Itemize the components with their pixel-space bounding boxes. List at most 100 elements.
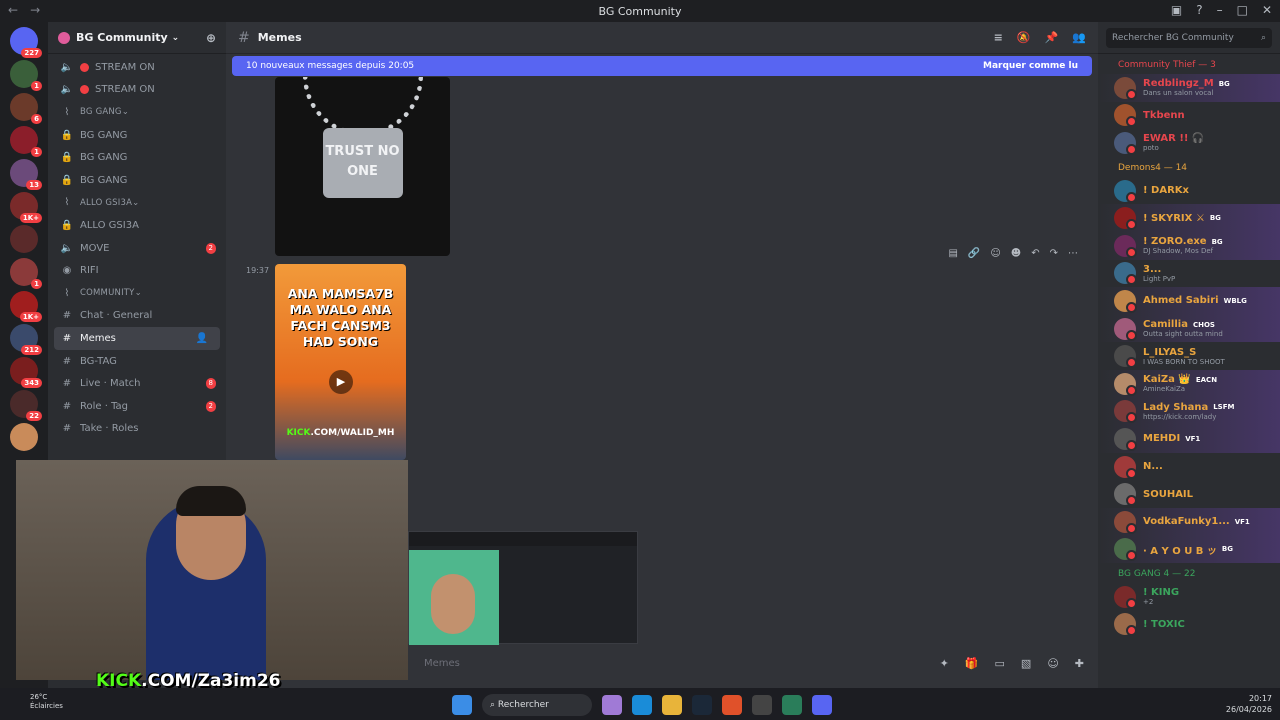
channel-item[interactable]: # Chat · General (48, 305, 226, 328)
app-icon[interactable]: ▤ (948, 248, 957, 259)
mute-bell-icon[interactable]: 🔕 (1017, 31, 1031, 44)
new-messages-banner[interactable]: 10 nouveaux messages depuis 20:05 Marque… (232, 56, 1092, 76)
channel-item[interactable]: # Take · Roles (48, 418, 226, 441)
member-item[interactable]: VodkaFunky1... VF1 (1098, 507, 1280, 536)
server-icon[interactable]: 1 (10, 126, 42, 157)
member-item[interactable]: Camillia CHOS Outta sight outta mind (1098, 314, 1280, 343)
channel-item[interactable]: # Role · Tag 2 (48, 395, 226, 418)
channel-item[interactable]: 🔒 ALLO GSI3A (48, 214, 226, 237)
member-name: Redblingz_M (1143, 78, 1214, 90)
channel-item[interactable]: 🔒 BG GANG (48, 169, 226, 192)
emoji-picker-icon[interactable]: ☺ (1047, 657, 1058, 670)
invite-member-icon[interactable]: 👤 (196, 333, 208, 344)
member-item[interactable]: KaiZa 👑 EACN AmineKaiZa (1098, 369, 1280, 398)
search-input[interactable]: Rechercher BG Community ⌕ (1106, 27, 1272, 48)
member-item[interactable]: ! DARKx (1098, 177, 1280, 205)
members-icon[interactable]: 👥 (1072, 31, 1086, 44)
channel-item[interactable]: 🔈 STREAM ON (48, 56, 226, 79)
member-item[interactable]: Redblingz_M BG Dans un salon vocal (1098, 74, 1280, 102)
help-icon[interactable]: ? (1196, 3, 1202, 17)
channel-item[interactable]: 🔈 STREAM ON (48, 79, 226, 102)
clock[interactable]: 20:17 26/04/2026 (1226, 693, 1272, 715)
member-item[interactable]: L_ILYAS_S I WAS BORN TO SHOOT (1098, 342, 1280, 370)
member-item[interactable]: ! ZORO.exe BG DJ Shadow, Mos Def (1098, 231, 1280, 260)
member-item[interactable]: Ahmed Sabiri WBLG (1098, 287, 1280, 315)
member-item[interactable]: N... (1098, 453, 1280, 481)
clock-date: 26/04/2026 (1225, 705, 1272, 714)
app-icon-green[interactable] (782, 695, 802, 715)
chain-graphic (302, 77, 423, 136)
server-icon[interactable] (10, 423, 38, 451)
invite-icon[interactable]: ⊕ (206, 31, 216, 45)
steam-icon[interactable] (692, 695, 712, 715)
pin-icon[interactable]: 📌 (1045, 31, 1059, 44)
obs-icon[interactable] (752, 695, 772, 715)
mark-read-button[interactable]: Marquer comme lu (983, 61, 1078, 71)
shared-screenshot[interactable] (408, 531, 638, 645)
meme-video-thumbnail[interactable]: ANA MAMSA7B MA WALO ANA FACH CANSM3 HAD … (275, 264, 406, 460)
message-composer[interactable]: Memes ✦ 🎁 ▭ ▧ ☺ ✚ (408, 652, 1098, 674)
server-icon[interactable]: 6 (10, 93, 42, 124)
member-item[interactable]: ! KING +2 (1098, 583, 1280, 611)
channel-item[interactable]: # Live · Match 8 (48, 372, 226, 395)
close-button[interactable]: ✕ (1262, 3, 1272, 17)
channel-item[interactable]: 🔒 BG GANG (48, 146, 226, 169)
sticker-icon[interactable]: ▧ (1021, 657, 1031, 670)
more-icon[interactable]: ⋯ (1068, 248, 1078, 259)
server-icon[interactable]: 212 (10, 324, 42, 355)
react-icon[interactable]: ☺ (990, 248, 1000, 259)
discord-icon[interactable] (812, 695, 832, 715)
meme-image-trust-no-one[interactable]: TRUST NO ONE (275, 77, 450, 256)
server-icon[interactable]: 1 (10, 258, 42, 289)
play-icon[interactable]: ▶ (329, 370, 353, 394)
taskbar-search[interactable]: ⌕ Rechercher (482, 694, 592, 716)
channel-category[interactable]: ⌇ BG GANG ⌄ (48, 101, 226, 124)
server-icon[interactable] (10, 225, 38, 253)
channel-category[interactable]: ⌇ COMMUNITY ⌄ (48, 282, 226, 305)
emoji-icon[interactable]: ☻ (1011, 248, 1021, 259)
explorer-icon[interactable] (662, 695, 682, 715)
reply-icon[interactable]: ↶ (1031, 248, 1039, 259)
member-item[interactable]: ! SKYRIX ⚔ BG (1098, 204, 1280, 232)
member-item[interactable]: EWAR !! 🎧 poto (1098, 129, 1280, 157)
member-item[interactable]: ! TOXIC (1098, 611, 1280, 639)
apps-icon[interactable]: ✚ (1075, 657, 1084, 670)
brave-icon[interactable] (722, 695, 742, 715)
forward-icon[interactable]: ↷ (1050, 248, 1058, 259)
maximize-button[interactable]: □ (1237, 3, 1248, 17)
weather-temp: 26°C (30, 693, 48, 701)
forward-arrow-icon[interactable]: → (30, 3, 40, 17)
server-icon[interactable]: 1 (10, 60, 42, 91)
inbox-icon[interactable]: ▣ (1171, 3, 1182, 17)
member-item[interactable]: Lady Shana LSFM https://kick.com/lady (1098, 397, 1280, 426)
link-icon[interactable]: 🔗 (968, 248, 980, 259)
channel-item[interactable]: ◉ RIFI (48, 259, 226, 282)
member-item[interactable]: 3... Light PvP (1098, 260, 1280, 288)
channel-item[interactable]: # BG-TAG (48, 350, 226, 373)
channel-item[interactable]: 🔈 MOVE 2 (48, 237, 226, 260)
back-arrow-icon[interactable]: ← (8, 3, 18, 17)
channel-category[interactable]: ⌇ ALLO GSI3A ⌄ (48, 192, 226, 215)
member-item[interactable]: Tkbenn (1098, 102, 1280, 130)
windows-start-icon[interactable] (452, 695, 472, 715)
channel-item[interactable]: 🔒 BG GANG (48, 124, 226, 147)
server-icon[interactable]: 22 (10, 390, 42, 421)
guild-header[interactable]: BG Community ⌄ ⊕ (48, 22, 226, 54)
minimize-button[interactable]: – (1217, 3, 1223, 17)
edge-icon[interactable] (632, 695, 652, 715)
boost-icon[interactable]: ✦ (940, 657, 949, 670)
server-icon[interactable]: 1K+ (10, 291, 42, 322)
member-item[interactable]: · A Y O U B ッ BG (1098, 535, 1280, 564)
gift-icon[interactable]: 🎁 (965, 657, 979, 670)
gif-icon[interactable]: ▭ (995, 657, 1005, 670)
member-item[interactable]: SOUHAIL (1098, 480, 1280, 508)
server-icon[interactable]: 13 (10, 159, 42, 190)
member-item[interactable]: MEHDI VF1 (1098, 425, 1280, 453)
weather-widget[interactable]: 26°C Éclaircies (30, 693, 63, 711)
channel-item[interactable]: # Memes 👤 (54, 327, 220, 350)
widgets-icon[interactable] (602, 695, 622, 715)
server-icon[interactable]: 343 (10, 357, 42, 388)
server-icon[interactable]: 227 (10, 27, 42, 58)
threads-icon[interactable]: ≡ (994, 31, 1003, 44)
server-icon[interactable]: 1K+ (10, 192, 42, 223)
